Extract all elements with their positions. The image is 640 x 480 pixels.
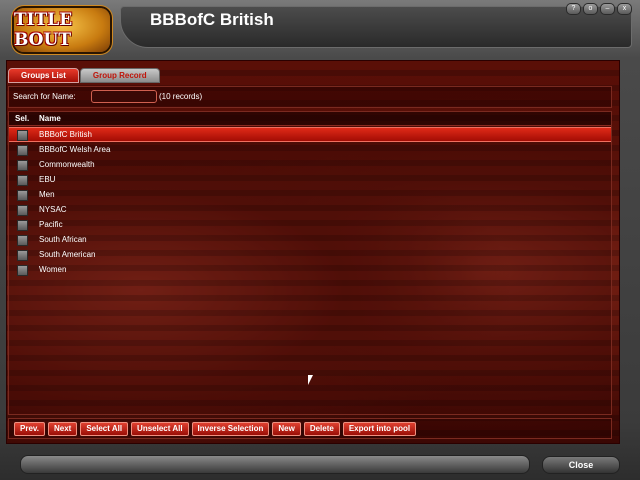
select-checkbox[interactable] xyxy=(17,250,28,261)
page-title: BBBofC British xyxy=(150,10,274,29)
list-item[interactable]: EBU xyxy=(9,172,611,187)
select-checkbox[interactable] xyxy=(17,190,28,201)
list-item[interactable]: BBBofC Welsh Area xyxy=(9,142,611,157)
unselect-all-button[interactable]: Unselect All xyxy=(131,422,189,436)
group-name: BBBofC British xyxy=(39,130,92,139)
help-icon[interactable]: ? xyxy=(566,3,581,15)
logo-text: TITLE BOUT xyxy=(14,10,73,50)
select-checkbox[interactable] xyxy=(17,220,28,231)
next-button[interactable]: Next xyxy=(47,422,78,436)
app-window: TITLE BOUT BBBofC British ? o – x Groups… xyxy=(0,0,640,480)
delete-button[interactable]: Delete xyxy=(303,422,340,436)
tab-bar: Groups List Group Record xyxy=(8,68,160,83)
list-rows: BBBofC British BBBofC Welsh Area Commonwea… xyxy=(9,127,611,277)
status-bar xyxy=(20,455,530,474)
list-item[interactable]: BBBofC British xyxy=(9,127,611,142)
mouse-cursor-icon xyxy=(308,375,318,385)
inverse-selection-button[interactable]: Inverse Selection xyxy=(191,422,270,436)
record-count: (10 records) xyxy=(159,92,203,101)
list-item[interactable]: NYSAC xyxy=(9,202,611,217)
new-button[interactable]: New xyxy=(272,422,301,436)
select-checkbox[interactable] xyxy=(17,175,28,186)
button-bar: Prev. Next Select All Unselect All Inver… xyxy=(8,418,612,439)
list-item[interactable]: Men xyxy=(9,187,611,202)
group-name: South American xyxy=(39,250,96,259)
export-into-pool-button[interactable]: Export into pool xyxy=(342,422,417,436)
select-checkbox[interactable] xyxy=(17,265,28,276)
list-header: Sel. Name xyxy=(9,112,611,126)
group-name: South African xyxy=(39,235,87,244)
group-name: Men xyxy=(39,190,55,199)
group-name: Women xyxy=(39,265,67,274)
close-icon[interactable]: x xyxy=(617,3,632,15)
search-row: Search for Name: (10 records) xyxy=(8,86,612,108)
search-input[interactable] xyxy=(91,90,157,103)
list-item[interactable]: Pacific xyxy=(9,217,611,232)
close-button[interactable]: Close xyxy=(542,456,620,474)
window-controls: ? o – x xyxy=(566,3,632,15)
select-checkbox[interactable] xyxy=(17,130,28,141)
select-checkbox[interactable] xyxy=(17,160,28,171)
minimize-icon[interactable]: – xyxy=(600,3,615,15)
title-bout-logo: TITLE BOUT xyxy=(14,8,110,52)
sel-column-header[interactable]: Sel. xyxy=(15,114,29,123)
select-checkbox[interactable] xyxy=(17,205,28,216)
search-label: Search for Name: xyxy=(13,92,76,101)
tab-groups-list[interactable]: Groups List xyxy=(8,68,79,83)
group-name: EBU xyxy=(39,175,56,184)
list-item[interactable]: South American xyxy=(9,247,611,262)
group-name: Commonwealth xyxy=(39,160,95,169)
group-name: NYSAC xyxy=(39,205,67,214)
group-name: BBBofC Welsh Area xyxy=(39,145,111,154)
groups-list: Sel. Name BBBofC British BBBofC Welsh Are… xyxy=(8,111,612,415)
select-checkbox[interactable] xyxy=(17,145,28,156)
group-name: Pacific xyxy=(39,220,63,229)
list-item[interactable]: Women xyxy=(9,262,611,277)
name-column-header[interactable]: Name xyxy=(39,114,61,123)
options-icon[interactable]: o xyxy=(583,3,598,15)
prev-button[interactable]: Prev. xyxy=(14,422,45,436)
select-checkbox[interactable] xyxy=(17,235,28,246)
list-item[interactable]: Commonwealth xyxy=(9,157,611,172)
select-all-button[interactable]: Select All xyxy=(80,422,129,436)
tab-group-record[interactable]: Group Record xyxy=(79,68,160,83)
list-item[interactable]: South African xyxy=(9,232,611,247)
